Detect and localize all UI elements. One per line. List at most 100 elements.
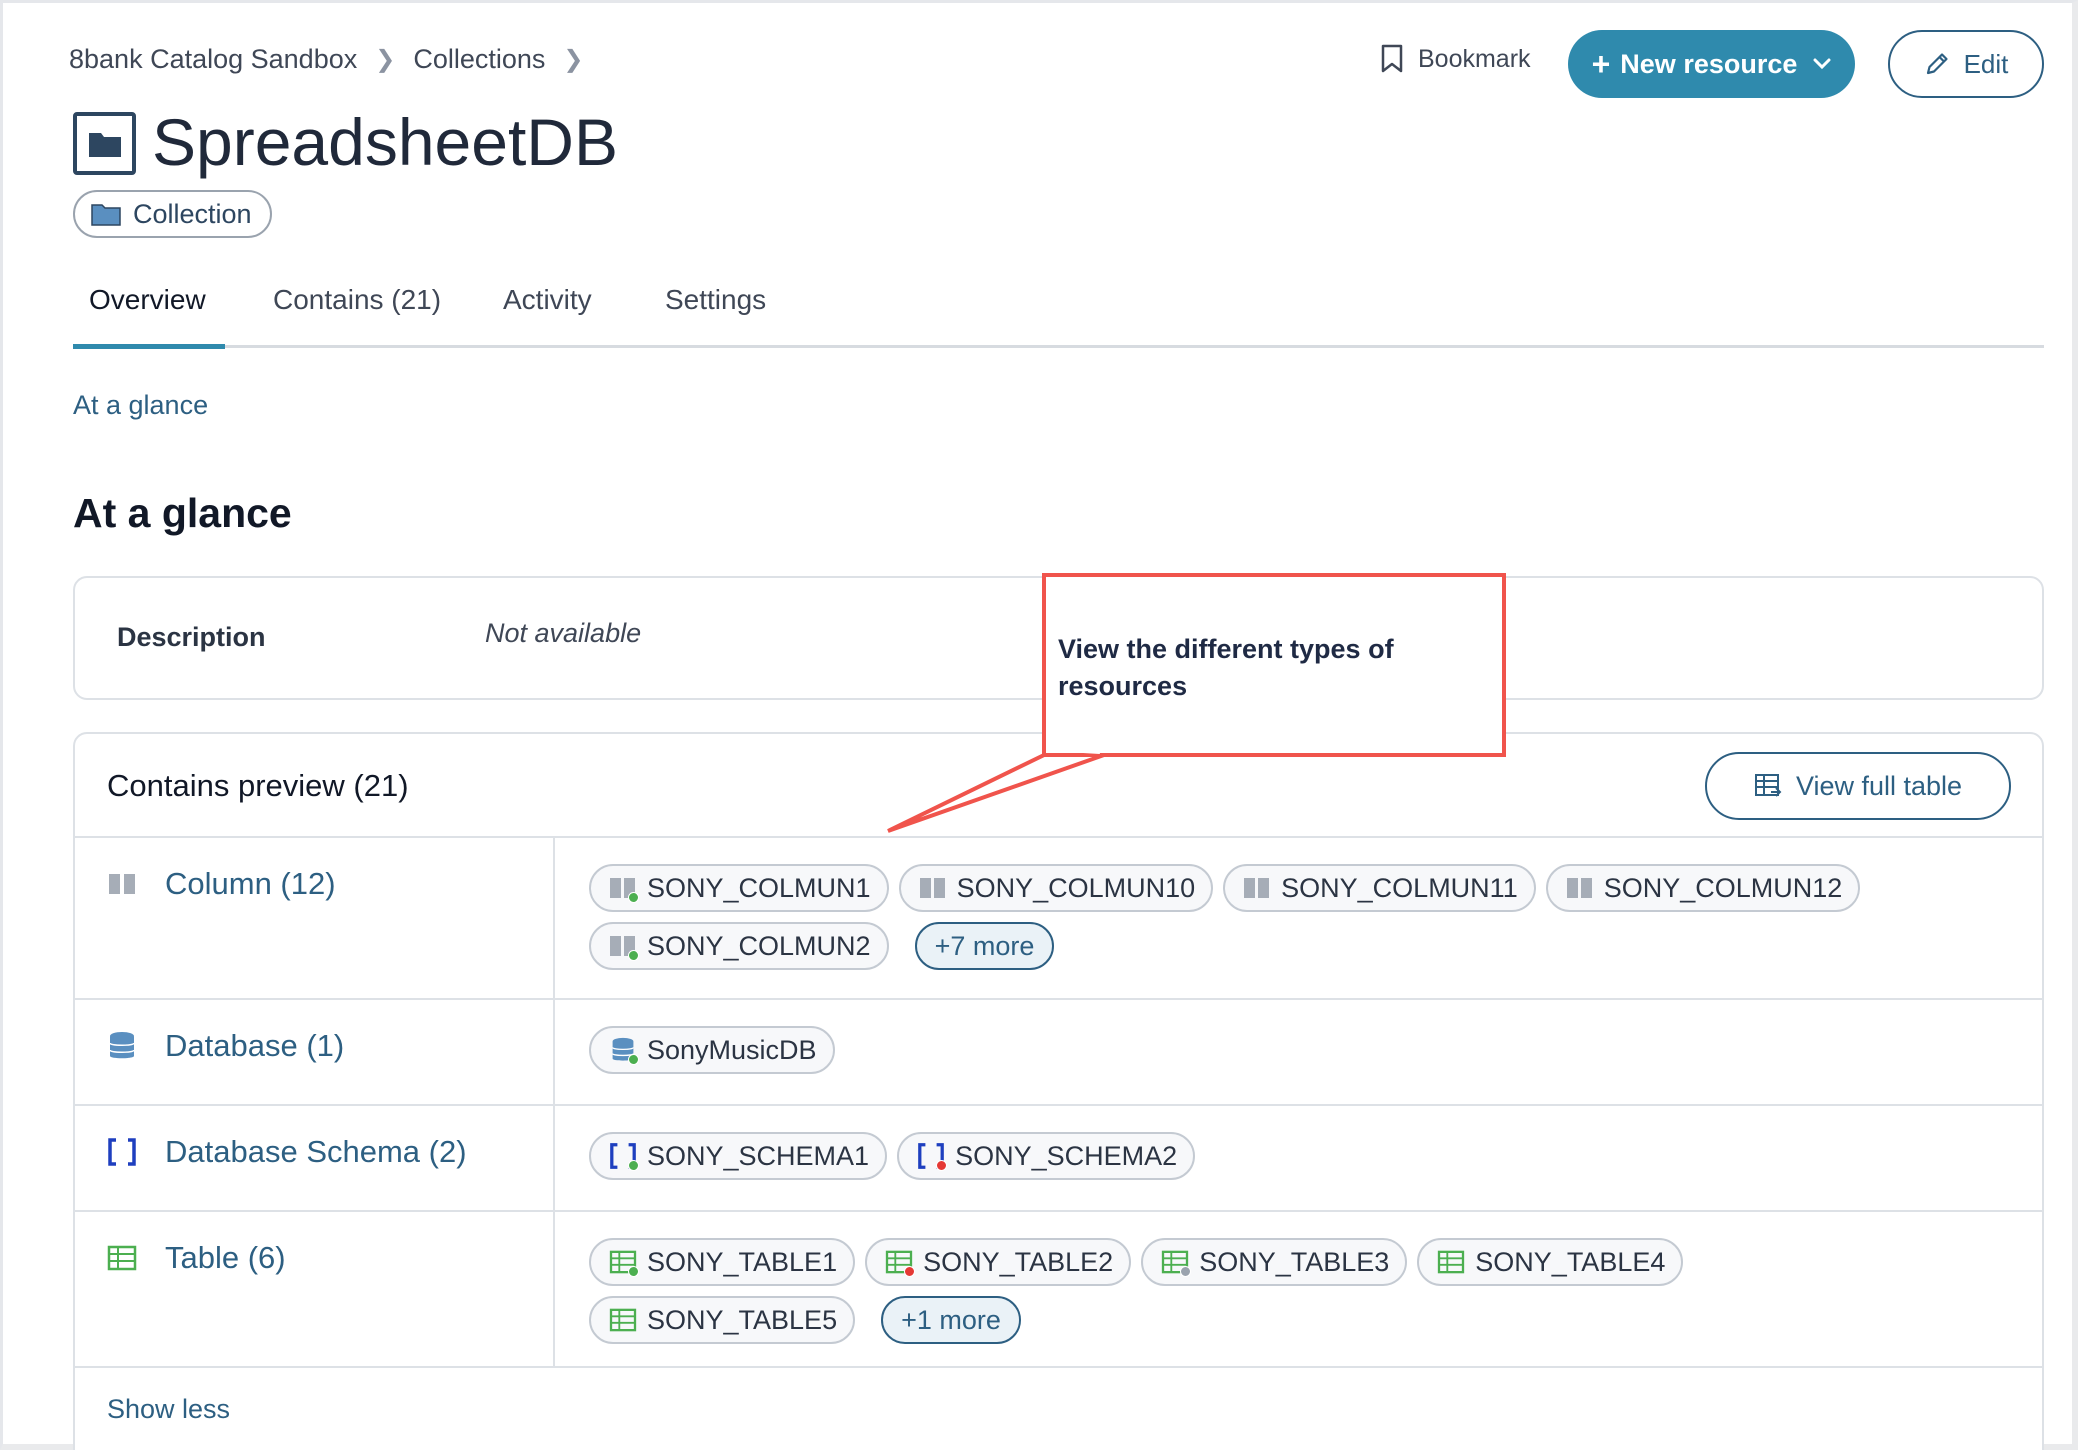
description-label: Description bbox=[117, 622, 266, 652]
edit-button[interactable]: Edit bbox=[1888, 30, 2044, 98]
chip-label: SONY_TABLE2 bbox=[923, 1246, 1114, 1277]
breadcrumb-root-link[interactable]: 8bank Catalog Sandbox bbox=[69, 44, 357, 75]
active-tab-indicator bbox=[73, 344, 225, 349]
resource-chip[interactable]: SONY_TABLE5 bbox=[589, 1296, 856, 1344]
column-icon bbox=[607, 873, 639, 903]
schema-brackets-icon bbox=[915, 1141, 948, 1171]
resource-chip[interactable]: SONY_COLMUN1 bbox=[589, 864, 889, 912]
tab-bar: Overview Contains (21) Activity Settings bbox=[73, 272, 2044, 349]
chevron-down-icon bbox=[1813, 58, 1831, 70]
column-icon bbox=[607, 931, 639, 961]
contains-row-database: Database (1) SonyMusicDB bbox=[75, 998, 2042, 1104]
resource-type-link[interactable]: Column (12) bbox=[107, 866, 336, 902]
column-icon bbox=[917, 873, 949, 903]
view-full-table-label: View full table bbox=[1795, 770, 1963, 801]
plus-icon: + bbox=[1591, 46, 1611, 82]
resource-chip[interactable]: SONY_COLMUN12 bbox=[1545, 864, 1861, 912]
tab-settings[interactable]: Settings bbox=[665, 284, 766, 316]
breadcrumb-chevron-icon: ❯ bbox=[563, 46, 584, 73]
column-icon bbox=[1241, 873, 1273, 903]
row-divider bbox=[75, 1366, 2042, 1368]
type-badge-label: Collection bbox=[133, 198, 252, 229]
database-icon bbox=[109, 1032, 135, 1059]
chip-label: SONY_COLMUN10 bbox=[956, 872, 1196, 903]
resource-chip[interactable]: SONY_COLMUN2 bbox=[589, 922, 889, 970]
status-dot bbox=[628, 1266, 639, 1277]
new-resource-label: New resource bbox=[1620, 48, 1798, 79]
chip-list: SONY_COLMUN1 SONY_COLMUN10 SONY_COLMUN11… bbox=[589, 864, 1886, 970]
folder-icon bbox=[91, 204, 121, 226]
contains-row-database-schema: Database Schema (2) SONY_SCHEMA1 SONY_SC… bbox=[75, 1104, 2042, 1210]
database-icon bbox=[607, 1035, 639, 1065]
tab-contains[interactable]: Contains (21) bbox=[273, 284, 441, 316]
show-more-chip[interactable]: +1 more bbox=[881, 1296, 1021, 1344]
resource-chip[interactable]: SONY_TABLE4 bbox=[1417, 1238, 1684, 1286]
view-full-table-button[interactable]: View full table bbox=[1705, 752, 2011, 820]
chip-label: SONY_TABLE3 bbox=[1199, 1246, 1390, 1277]
column-icon bbox=[109, 874, 135, 894]
chip-label: SONY_COLMUN1 bbox=[647, 872, 871, 903]
bookmark-icon bbox=[1381, 44, 1403, 73]
resource-type-label: Table (6) bbox=[165, 1240, 286, 1275]
schema-brackets-icon bbox=[607, 1141, 639, 1171]
type-badge: Collection bbox=[73, 190, 272, 238]
callout-annotation: View the different types of resources bbox=[1042, 573, 1506, 757]
chip-label: SONY_TABLE1 bbox=[647, 1246, 838, 1277]
table-grid-icon bbox=[883, 1247, 916, 1277]
table-view-icon bbox=[1754, 774, 1782, 797]
chip-label: SONY_COLMUN12 bbox=[1603, 872, 1843, 903]
chip-label: SONY_COLMUN2 bbox=[647, 930, 871, 961]
callout-text: View the different types of resources bbox=[1058, 634, 1394, 701]
resource-chip[interactable]: SonyMusicDB bbox=[589, 1026, 835, 1074]
resource-chip[interactable]: SONY_TABLE2 bbox=[865, 1238, 1132, 1286]
page-title: SpreadsheetDB bbox=[152, 105, 618, 179]
resource-chip[interactable]: SONY_TABLE1 bbox=[589, 1238, 856, 1286]
table-grid-icon bbox=[607, 1247, 639, 1277]
tab-overview[interactable]: Overview bbox=[89, 284, 206, 316]
contains-preview-card: Contains preview (21) View full table Co… bbox=[73, 732, 2044, 1450]
table-grid-icon bbox=[107, 1245, 137, 1271]
chip-label: SONY_TABLE5 bbox=[647, 1304, 838, 1335]
status-dot bbox=[628, 1054, 639, 1065]
resource-chip[interactable]: SONY_COLMUN10 bbox=[898, 864, 1214, 912]
resource-chip[interactable]: SONY_SCHEMA1 bbox=[589, 1132, 888, 1180]
table-grid-icon bbox=[1159, 1247, 1192, 1277]
resource-type-link[interactable]: Database (1) bbox=[107, 1028, 344, 1064]
resource-type-label: Database Schema (2) bbox=[165, 1134, 467, 1169]
resource-type-label: Column (12) bbox=[165, 866, 336, 901]
chip-list: SONY_SCHEMA1 SONY_SCHEMA2 bbox=[589, 1132, 1886, 1180]
breadcrumb-chevron-icon: ❯ bbox=[375, 46, 396, 73]
contains-row-column: Column (12) SONY_COLMUN1 SONY_COLMUN10 S… bbox=[75, 836, 2042, 998]
bookmark-label: Bookmark bbox=[1418, 44, 1531, 73]
edit-label: Edit bbox=[1963, 48, 2009, 79]
chip-list: SONY_TABLE1 SONY_TABLE2 SONY_TABLE3 SONY… bbox=[589, 1238, 1886, 1344]
contains-row-table: Table (6) SONY_TABLE1 SONY_TABLE2 SONY_T… bbox=[75, 1210, 2042, 1366]
show-less-link[interactable]: Show less bbox=[107, 1394, 230, 1425]
resource-type-label: Database (1) bbox=[165, 1028, 345, 1063]
status-dot bbox=[904, 1266, 916, 1277]
at-a-glance-anchor-link[interactable]: At a glance bbox=[73, 390, 208, 421]
resource-chip[interactable]: SONY_SCHEMA2 bbox=[897, 1132, 1196, 1180]
chip-label: SonyMusicDB bbox=[647, 1034, 817, 1065]
contains-preview-title: Contains preview (21) bbox=[107, 768, 409, 803]
chip-label: SONY_TABLE4 bbox=[1475, 1246, 1666, 1277]
bookmark-button[interactable]: Bookmark bbox=[1380, 44, 1531, 74]
table-grid-icon bbox=[607, 1305, 639, 1335]
resource-type-link[interactable]: Table (6) bbox=[107, 1240, 286, 1276]
resource-chip[interactable]: SONY_COLMUN11 bbox=[1223, 864, 1536, 912]
status-dot bbox=[1180, 1266, 1192, 1277]
status-dot bbox=[628, 950, 639, 961]
resource-type-link[interactable]: Database Schema (2) bbox=[107, 1134, 467, 1170]
show-more-chip[interactable]: +7 more bbox=[914, 922, 1055, 970]
breadcrumb-parent-link[interactable]: Collections bbox=[413, 44, 545, 75]
chip-list: SonyMusicDB bbox=[589, 1026, 1886, 1074]
breadcrumb: 8bank Catalog Sandbox ❯ Collections ❯ bbox=[69, 44, 602, 75]
resource-chip[interactable]: SONY_TABLE3 bbox=[1141, 1238, 1408, 1286]
tab-activity[interactable]: Activity bbox=[503, 284, 592, 316]
chip-label: SONY_SCHEMA2 bbox=[955, 1140, 1178, 1171]
description-value: Not available bbox=[485, 618, 642, 648]
new-resource-button[interactable]: + New resource bbox=[1568, 30, 1855, 98]
chip-label: SONY_COLMUN11 bbox=[1281, 872, 1518, 903]
collection-folder-icon bbox=[73, 112, 136, 175]
table-grid-icon bbox=[1435, 1247, 1467, 1277]
